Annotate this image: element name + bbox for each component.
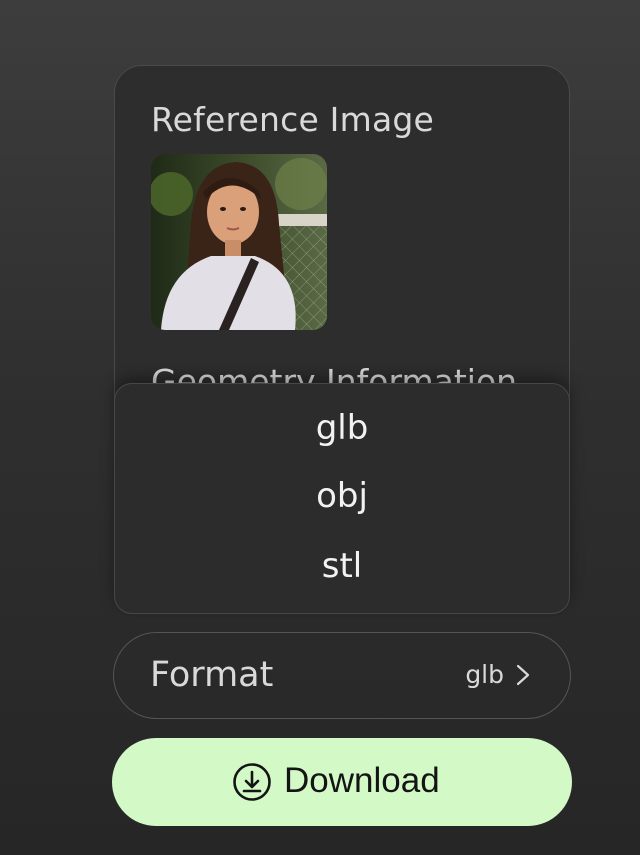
format-dropdown-menu: glb obj stl	[114, 383, 570, 614]
download-label: Download	[284, 761, 440, 800]
format-value: glb	[465, 660, 504, 689]
reference-image-title: Reference Image	[151, 100, 435, 139]
download-icon	[233, 763, 271, 801]
reference-image-thumbnail[interactable]	[151, 154, 327, 330]
reference-photo	[151, 154, 327, 330]
format-selector[interactable]: Format glb	[113, 632, 571, 719]
download-button[interactable]: Download	[112, 738, 572, 826]
format-label: Format	[150, 655, 274, 695]
chevron-right-icon	[516, 664, 530, 686]
format-option-obj[interactable]: obj	[115, 464, 569, 528]
format-option-glb[interactable]: glb	[115, 396, 569, 460]
format-option-stl[interactable]: stl	[115, 534, 569, 598]
